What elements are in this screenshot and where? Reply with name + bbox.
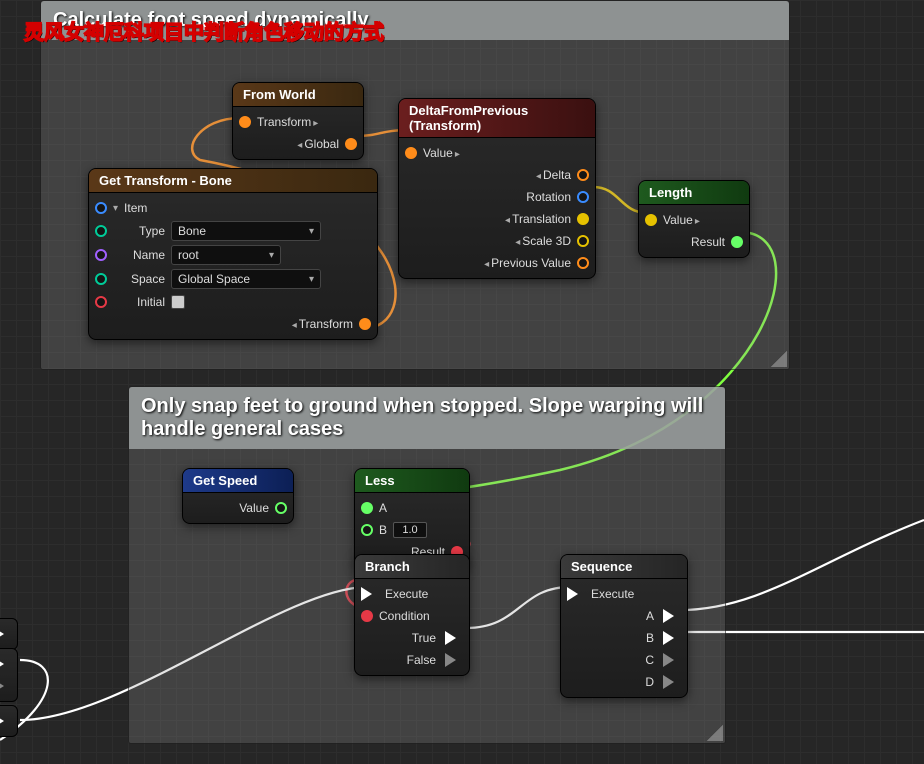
- pin-label: Previous Value: [484, 256, 571, 270]
- pin-out-global[interactable]: [345, 138, 357, 150]
- field-label: Name: [113, 248, 165, 262]
- b-value-input[interactable]: [393, 522, 427, 538]
- pin-label: Delta: [536, 168, 571, 182]
- chevron-down-icon[interactable]: ▾: [113, 203, 118, 214]
- dropdown-value: Bone: [178, 224, 206, 238]
- resize-handle-icon[interactable]: [771, 351, 787, 367]
- pin-label: Execute: [591, 587, 634, 601]
- pin-in-value[interactable]: [645, 214, 657, 226]
- dropdown-value: Global Space: [178, 272, 250, 286]
- pin-out-true[interactable]: [445, 631, 463, 645]
- pin-in-execute[interactable]: [361, 587, 379, 601]
- pin-out-previous[interactable]: [577, 257, 589, 269]
- pin-out-value[interactable]: [275, 502, 287, 514]
- chevron-down-icon: ▾: [309, 226, 314, 237]
- initial-checkbox[interactable]: [171, 295, 185, 309]
- pin-out-exec[interactable]: [0, 679, 11, 693]
- pin-in-initial[interactable]: [95, 296, 107, 308]
- pin-out-exec[interactable]: [0, 657, 11, 671]
- pin-out-scale3d[interactable]: [577, 235, 589, 247]
- node-sequence[interactable]: Sequence Execute A B C D: [560, 554, 688, 698]
- pin-label: Translation: [505, 212, 571, 226]
- field-label: Initial: [113, 295, 165, 309]
- pin-in-value[interactable]: [405, 147, 417, 159]
- pin-label: D: [645, 675, 654, 689]
- pin-out-rotation[interactable]: [577, 191, 589, 203]
- resize-handle-icon[interactable]: [707, 725, 723, 741]
- node-title: Sequence: [561, 555, 687, 579]
- pin-label: Condition: [379, 609, 430, 623]
- pin-label: B: [646, 631, 654, 645]
- pin-out-exec[interactable]: [0, 714, 11, 728]
- pin-label: B: [379, 523, 387, 537]
- pin-in-condition[interactable]: [361, 610, 373, 622]
- node-delta-from-previous[interactable]: DeltaFromPrevious (Transform) Value Delt…: [398, 98, 596, 279]
- pin-label: False: [407, 653, 436, 667]
- pin-label: Execute: [385, 587, 428, 601]
- node-branch[interactable]: Branch Execute Condition True False: [354, 554, 470, 676]
- pin-in-item[interactable]: [95, 202, 107, 214]
- pin-out-transform[interactable]: [359, 318, 371, 330]
- pin-in-a[interactable]: [361, 502, 373, 514]
- node-title: Less: [355, 469, 469, 493]
- space-dropdown[interactable]: Global Space ▾: [171, 269, 321, 289]
- chevron-down-icon: ▾: [309, 274, 314, 285]
- node-title: Length: [639, 181, 749, 205]
- pin-out-result[interactable]: [731, 236, 743, 248]
- type-dropdown[interactable]: Bone ▾: [171, 221, 321, 241]
- watermark-text: 灵风女神厄科项目中判断角色移动的方式: [24, 16, 384, 45]
- comment-bottom-title[interactable]: Only snap feet to ground when stopped. S…: [129, 387, 725, 449]
- dropdown-value: root: [178, 248, 199, 262]
- pin-label: Transform: [257, 115, 318, 129]
- node-title: Get Speed: [183, 469, 293, 493]
- pin-label: A: [646, 609, 654, 623]
- pin-out-a[interactable]: [663, 609, 681, 623]
- pin-label: True: [412, 631, 436, 645]
- pin-in-type[interactable]: [95, 225, 107, 237]
- pin-label: Transform: [292, 317, 353, 331]
- pin-label: Result: [691, 235, 725, 249]
- node-title: From World: [233, 83, 363, 107]
- pin-label: Item: [124, 201, 147, 215]
- pin-in-transform[interactable]: [239, 116, 251, 128]
- edge-node-3[interactable]: [0, 705, 18, 737]
- pin-out-delta[interactable]: [577, 169, 589, 181]
- node-length[interactable]: Length Value Result: [638, 180, 750, 258]
- node-title: DeltaFromPrevious (Transform): [399, 99, 595, 138]
- pin-label: Scale 3D: [515, 234, 571, 248]
- node-from-world[interactable]: From World Transform Global: [232, 82, 364, 160]
- pin-label: C: [645, 653, 654, 667]
- pin-out-translation[interactable]: [577, 213, 589, 225]
- edge-node-2[interactable]: [0, 648, 18, 702]
- field-label: Type: [113, 224, 165, 238]
- name-dropdown[interactable]: root ▾: [171, 245, 281, 265]
- pin-out-exec[interactable]: [0, 627, 11, 641]
- node-less[interactable]: Less A B Result: [354, 468, 470, 568]
- node-get-speed[interactable]: Get Speed Value: [182, 468, 294, 524]
- pin-out-c[interactable]: [663, 653, 681, 667]
- pin-in-b[interactable]: [361, 524, 373, 536]
- pin-out-b[interactable]: [663, 631, 681, 645]
- pin-in-space[interactable]: [95, 273, 107, 285]
- node-title: Get Transform - Bone: [89, 169, 377, 193]
- pin-label: Value: [423, 146, 460, 160]
- chevron-down-icon: ▾: [269, 250, 274, 261]
- pin-in-name[interactable]: [95, 249, 107, 261]
- pin-label: Value: [239, 501, 269, 515]
- field-label: Space: [113, 272, 165, 286]
- pin-label: Global: [297, 137, 339, 151]
- edge-node-1[interactable]: [0, 618, 18, 650]
- pin-out-d[interactable]: [663, 675, 681, 689]
- pin-label: Rotation: [526, 190, 571, 204]
- pin-label: A: [379, 501, 387, 515]
- pin-in-execute[interactable]: [567, 587, 585, 601]
- pin-out-false[interactable]: [445, 653, 463, 667]
- pin-label: Value: [663, 213, 700, 227]
- node-get-transform-bone[interactable]: Get Transform - Bone ▾ Item Type Bone ▾ …: [88, 168, 378, 340]
- node-title: Branch: [355, 555, 469, 579]
